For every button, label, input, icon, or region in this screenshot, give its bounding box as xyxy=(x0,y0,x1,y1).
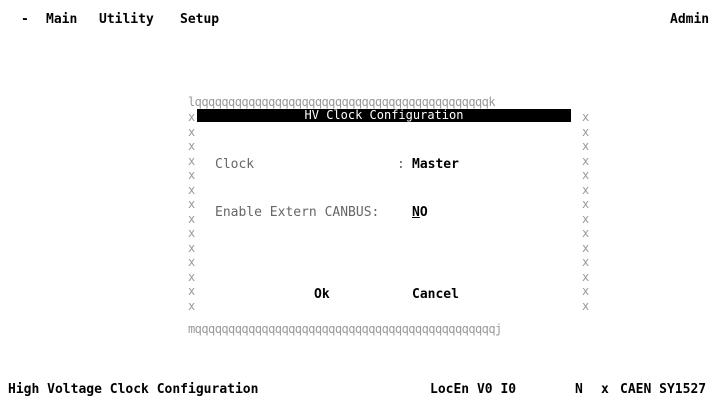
dialog-bottom-border: mqqqqqqqqqqqqqqqqqqqqqqqqqqqqqqqqqqqqqqq… xyxy=(188,322,502,336)
menu-item-setup[interactable]: Setup xyxy=(180,12,219,28)
ok-button[interactable]: Ok xyxy=(314,287,330,303)
dialog-left-border: xxx xxx xxx xxx xx xyxy=(188,110,196,313)
clock-separator: : xyxy=(397,157,405,172)
clock-label: Clock xyxy=(215,157,255,172)
cancel-button[interactable]: Cancel xyxy=(412,287,459,303)
status-device: CAEN SY1527 xyxy=(620,382,707,397)
canbus-value-field[interactable]: NO xyxy=(412,205,428,221)
canbus-label: Enable Extern CANBUS: xyxy=(215,205,380,220)
status-state: LocEn V0 I0 xyxy=(430,382,517,397)
status-flag: N xyxy=(575,382,583,397)
canbus-value-rest: O xyxy=(419,205,428,220)
status-marker: x xyxy=(601,382,609,397)
canbus-value-hotkey: N xyxy=(412,205,420,220)
menu-item-main[interactable]: Main xyxy=(46,12,77,28)
dialog-title: HV Clock Configuration xyxy=(197,109,571,122)
user-label: Admin xyxy=(670,12,710,27)
menu-item-utility[interactable]: Utility xyxy=(99,12,154,28)
menu-dash: - xyxy=(21,12,29,27)
dialog-right-border: xxx xxx xxx xxx xx xyxy=(582,110,590,313)
clock-value-field[interactable]: Master xyxy=(412,157,459,173)
hv-clock-dialog: lqqqqqqqqqqqqqqqqqqqqqqqqqqqqqqqqqqqqqqq… xyxy=(186,94,589,340)
status-description: High Voltage Clock Configuration xyxy=(8,382,259,397)
